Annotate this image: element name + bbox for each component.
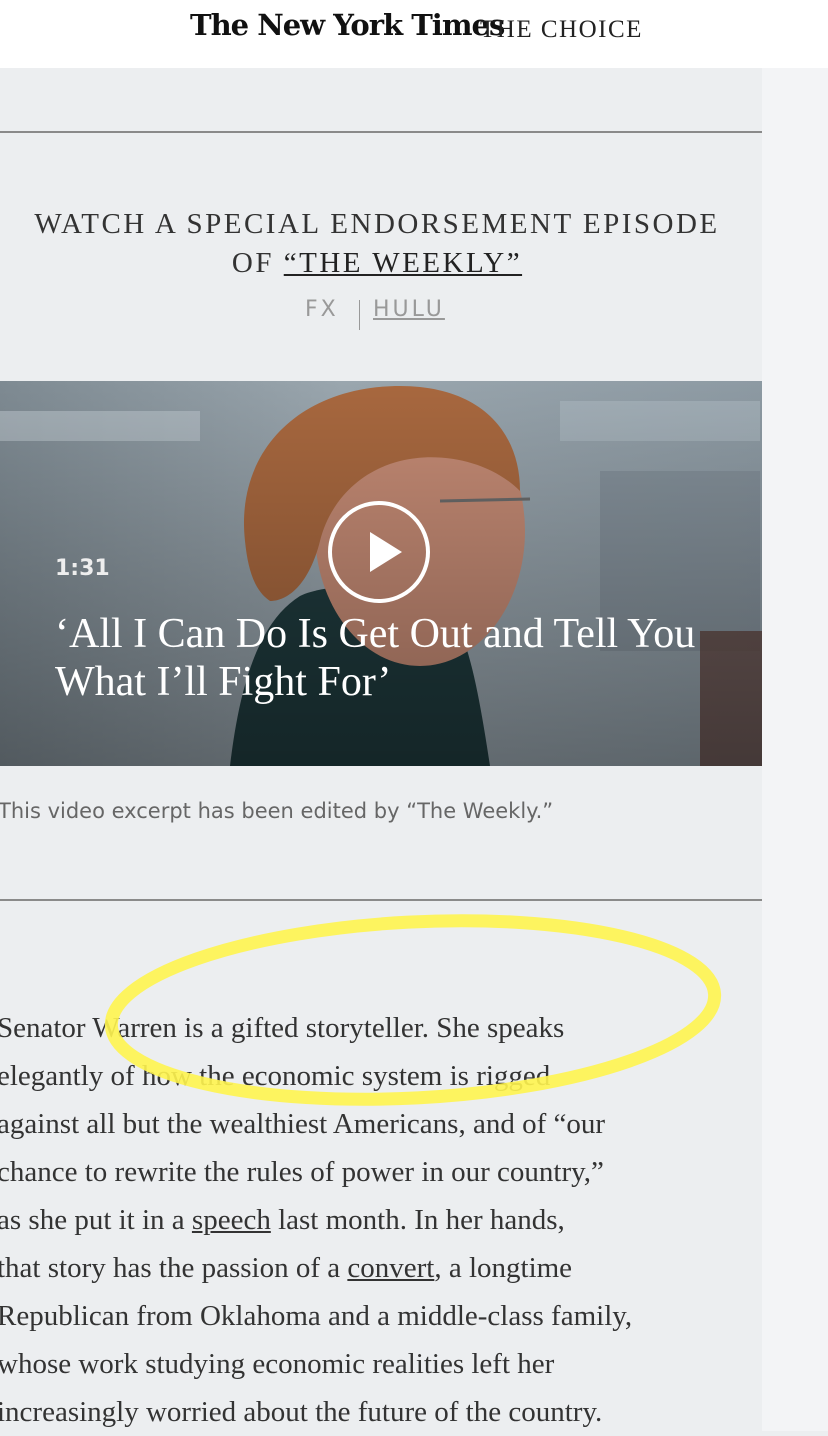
article-text: as she put it in a — [0, 1204, 192, 1236]
divider-bottom — [0, 899, 762, 901]
article-line: chance to rewrite the rules of power in … — [0, 1156, 604, 1188]
article-line: Republican from Oklahoma and a middle-cl… — [0, 1300, 633, 1332]
article-line: as she put it in a speech last month. In… — [0, 1196, 797, 1244]
video-caption: This video excerpt has been edited by “T… — [0, 799, 554, 823]
article-text: that story has the passion of a — [0, 1252, 348, 1284]
article-body: Senator Warren is a gifted storyteller. … — [0, 1004, 797, 1436]
convert-link[interactable]: convert — [347, 1252, 434, 1284]
the-weekly-link[interactable]: “THE WEEKLY” — [284, 247, 522, 279]
hulu-link[interactable]: HULU — [373, 297, 445, 322]
article-line: that story has the passion of a convert,… — [0, 1244, 797, 1292]
article-line: against all but the wealthiest Americans… — [0, 1108, 606, 1140]
top-bar: The New York Times THE CHOICE — [0, 0, 828, 68]
promo-heading-line2: OF “THE WEEKLY” — [0, 244, 754, 283]
article-text: , a longtime — [434, 1252, 573, 1284]
article-text: last month. In her hands, — [270, 1204, 565, 1236]
promo-heading-line1: WATCH A SPECIAL ENDORSEMENT EPISODE — [34, 208, 720, 240]
speech-link[interactable]: speech — [192, 1204, 271, 1236]
play-button[interactable] — [328, 501, 430, 603]
fx-hulu-separator — [359, 300, 360, 330]
video-duration: 1:31 — [55, 556, 110, 581]
promo-heading: WATCH A SPECIAL ENDORSEMENT EPISODE OF “… — [0, 205, 754, 283]
article-line: Senator Warren is a gifted storyteller. … — [0, 1012, 565, 1044]
fx-label: FX — [305, 297, 339, 322]
section-title[interactable]: THE CHOICE — [480, 16, 643, 44]
article-line: whose work studying economic realities l… — [0, 1348, 555, 1380]
divider-top — [0, 131, 762, 133]
article-line: increasingly worried about the future of… — [0, 1396, 603, 1428]
video-title[interactable]: ‘All I Can Do Is Get Out and Tell You Wh… — [55, 610, 755, 706]
promo-heading-of: OF — [231, 247, 284, 279]
article-line: elegantly of how the economic system is … — [0, 1060, 551, 1092]
nyt-logo[interactable]: The New York Times — [190, 8, 505, 42]
